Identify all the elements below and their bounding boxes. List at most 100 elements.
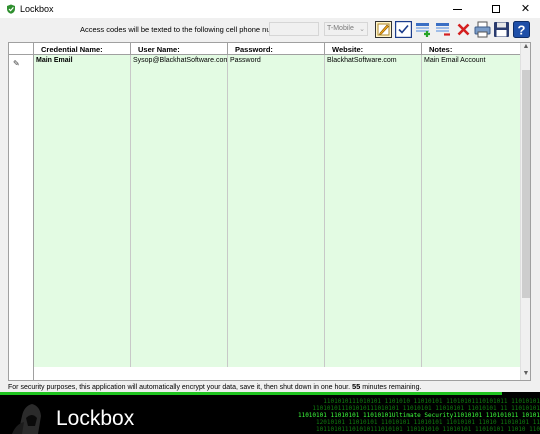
table-cell-user[interactable]	[131, 79, 228, 91]
table-cell-notes[interactable]	[422, 151, 522, 163]
table-cell-website[interactable]	[325, 91, 422, 103]
table-cell-credential[interactable]	[34, 223, 131, 235]
table-cell-credential[interactable]	[34, 307, 131, 319]
table-cell-user[interactable]	[131, 139, 228, 151]
table-row[interactable]	[34, 211, 522, 223]
table-cell-password[interactable]	[228, 115, 325, 127]
table-row[interactable]	[34, 307, 522, 319]
table-cell-password[interactable]	[228, 103, 325, 115]
table-cell-credential[interactable]	[34, 139, 131, 151]
table-cell-credential[interactable]	[34, 163, 131, 175]
table-cell-password[interactable]	[228, 295, 325, 307]
table-cell-password[interactable]	[228, 331, 325, 343]
table-cell-credential[interactable]	[34, 319, 131, 331]
table-cell-website[interactable]	[325, 115, 422, 127]
table-cell-credential[interactable]	[34, 151, 131, 163]
table-cell-user[interactable]	[131, 91, 228, 103]
table-cell-user[interactable]	[131, 271, 228, 283]
table-cell-password[interactable]	[228, 247, 325, 259]
table-cell-password[interactable]	[228, 355, 325, 367]
table-cell-password[interactable]	[228, 175, 325, 187]
table-cell-password[interactable]	[228, 199, 325, 211]
table-cell-notes[interactable]	[422, 67, 522, 79]
table-cell-notes[interactable]	[422, 295, 522, 307]
table-cell-notes[interactable]	[422, 247, 522, 259]
table-cell-notes[interactable]	[422, 199, 522, 211]
vertical-scrollbar[interactable]: ▲ ▼	[520, 43, 530, 380]
select-all-button[interactable]	[395, 21, 412, 38]
table-cell-notes[interactable]	[422, 223, 522, 235]
table-cell-website[interactable]	[325, 319, 422, 331]
table-cell-password[interactable]	[228, 283, 325, 295]
table-cell-credential[interactable]	[34, 283, 131, 295]
scrollbar-thumb[interactable]	[522, 70, 530, 298]
column-header-credential[interactable]: Credential Name:	[34, 43, 131, 55]
table-cell-password[interactable]	[228, 211, 325, 223]
table-cell-website[interactable]	[325, 283, 422, 295]
table-cell-notes[interactable]	[422, 355, 522, 367]
table-cell-password[interactable]	[228, 91, 325, 103]
table-row[interactable]	[34, 295, 522, 307]
table-cell-user[interactable]	[131, 115, 228, 127]
scroll-up-icon[interactable]: ▲	[521, 43, 530, 53]
table-cell-notes[interactable]	[422, 115, 522, 127]
table-row[interactable]: Main Email Sysop@BlackhatSoftware.com Pass…	[34, 55, 522, 67]
table-row[interactable]	[34, 187, 522, 199]
table-cell-credential[interactable]	[34, 67, 131, 79]
credentials-grid[interactable]: Credential Name: User Name: Password: We…	[8, 42, 531, 381]
table-cell-password[interactable]: Password	[228, 55, 325, 67]
table-cell-website[interactable]	[325, 103, 422, 115]
table-row[interactable]	[34, 271, 522, 283]
table-row[interactable]	[34, 223, 522, 235]
table-cell-credential[interactable]	[34, 127, 131, 139]
table-cell-credential[interactable]	[34, 187, 131, 199]
table-cell-user[interactable]	[131, 223, 228, 235]
table-cell-website[interactable]: BlackhatSoftware.com	[325, 55, 422, 67]
table-cell-user[interactable]	[131, 103, 228, 115]
table-cell-credential[interactable]	[34, 271, 131, 283]
table-row[interactable]	[34, 331, 522, 343]
table-row[interactable]	[34, 151, 522, 163]
table-row[interactable]	[34, 319, 522, 331]
table-row[interactable]	[34, 127, 522, 139]
table-cell-notes[interactable]	[422, 331, 522, 343]
table-cell-website[interactable]	[325, 187, 422, 199]
minimize-button[interactable]	[441, 0, 474, 18]
table-cell-website[interactable]	[325, 331, 422, 343]
table-cell-notes[interactable]	[422, 307, 522, 319]
table-cell-user[interactable]	[131, 211, 228, 223]
table-row[interactable]	[34, 67, 522, 79]
table-cell-notes[interactable]	[422, 319, 522, 331]
carrier-select[interactable]: T-Mobile ⌄	[324, 22, 368, 36]
table-cell-user[interactable]	[131, 187, 228, 199]
table-row[interactable]	[34, 163, 522, 175]
table-row[interactable]	[34, 235, 522, 247]
table-cell-website[interactable]	[325, 355, 422, 367]
table-cell-notes[interactable]	[422, 103, 522, 115]
table-cell-notes[interactable]	[422, 175, 522, 187]
table-row[interactable]	[34, 175, 522, 187]
table-cell-notes[interactable]	[422, 91, 522, 103]
table-cell-user[interactable]	[131, 247, 228, 259]
table-cell-password[interactable]	[228, 235, 325, 247]
table-cell-user[interactable]	[131, 319, 228, 331]
close-button[interactable]: ✕	[509, 0, 540, 18]
table-cell-website[interactable]	[325, 151, 422, 163]
column-header-username[interactable]: User Name:	[131, 43, 228, 55]
table-cell-website[interactable]	[325, 259, 422, 271]
table-cell-notes[interactable]	[422, 283, 522, 295]
table-cell-credential[interactable]	[34, 331, 131, 343]
table-cell-notes[interactable]	[422, 139, 522, 151]
table-cell-notes[interactable]	[422, 259, 522, 271]
table-cell-user[interactable]	[131, 307, 228, 319]
table-cell-website[interactable]	[325, 139, 422, 151]
table-cell-user[interactable]	[131, 235, 228, 247]
table-cell-website[interactable]	[325, 235, 422, 247]
table-cell-user[interactable]	[131, 259, 228, 271]
table-cell-password[interactable]	[228, 127, 325, 139]
table-cell-credential[interactable]	[34, 355, 131, 367]
help-button[interactable]: ?	[513, 21, 530, 38]
table-row[interactable]	[34, 355, 522, 367]
table-cell-notes[interactable]	[422, 127, 522, 139]
table-cell-website[interactable]	[325, 199, 422, 211]
